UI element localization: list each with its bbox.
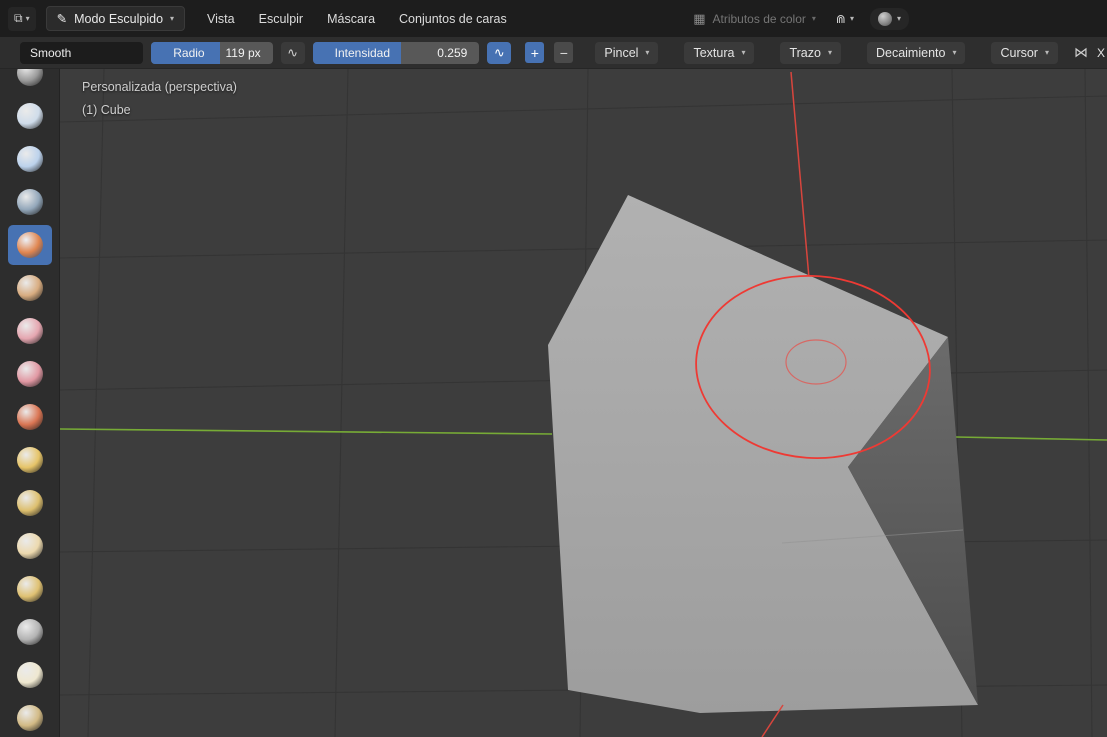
radius-pressure-toggle[interactable]: ∿ [280, 41, 305, 64]
view-name-overlay: Personalizada (perspectiva) [82, 80, 237, 94]
chevron-down-icon: ▾ [896, 13, 901, 23]
shading-sphere-icon [877, 11, 892, 26]
cursor-dropdown[interactable]: Cursor ▾ [991, 41, 1058, 64]
textura-label: Textura [693, 45, 735, 60]
thumb-brush-icon [16, 576, 43, 602]
menu-bar: Vista Esculpir Máscara Conjuntos de cara… [207, 12, 507, 26]
brush-pinch[interactable] [8, 612, 52, 652]
pinch-brush-icon [16, 619, 43, 645]
brush-toolbar [0, 69, 60, 737]
symmetry-icon: ⋈ [1074, 44, 1088, 60]
x-axis-line-top [790, 71, 810, 279]
smooth-brush-icon [16, 232, 43, 258]
brush-draw[interactable] [8, 69, 52, 93]
pressure-icon: ∿ [287, 44, 299, 60]
menu-mascara[interactable]: Máscara [327, 12, 375, 26]
chevron-down-icon: ▾ [811, 13, 816, 23]
chevron-down-icon: ▾ [1044, 47, 1049, 57]
viewport-canvas [60, 69, 1107, 737]
strength-label: Intensidad [334, 45, 391, 60]
3d-viewport[interactable]: Personalizada (perspectiva) (1) Cube [60, 69, 1107, 737]
strength-value: 0.259 [437, 45, 468, 60]
cloth-brush-icon [16, 662, 43, 688]
blender-window: ⧉ ▾ ✎ Modo Esculpido ▾ Vista Esculpir Má… [0, 0, 1107, 737]
active-object-overlay: (1) Cube [82, 103, 131, 117]
scrape-brush-icon [16, 705, 43, 731]
draw-brush-icon [16, 69, 43, 86]
mode-dropdown[interactable]: ✎ Modo Esculpido ▾ [45, 6, 186, 31]
menu-vista[interactable]: Vista [207, 12, 235, 26]
viewport-header: ⧉ ▾ ✎ Modo Esculpido ▾ Vista Esculpir Má… [0, 0, 1107, 37]
cursor-label: Cursor [1000, 45, 1038, 60]
decaimiento-dropdown[interactable]: Decaimiento ▾ [866, 41, 966, 64]
brush-elastic-deform[interactable] [8, 354, 52, 394]
viewport-shading-dropdown[interactable]: ▾ [869, 7, 909, 30]
menu-conjuntos-de-caras[interactable]: Conjuntos de caras [399, 12, 507, 26]
chevron-down-icon: ▾ [741, 47, 746, 57]
chevron-down-icon: ▾ [25, 13, 30, 23]
strength-slider[interactable]: Intensidad 0.259 [312, 41, 480, 64]
elastic-deform-brush-icon [16, 361, 43, 387]
tool-dropdown-group: Pincel ▾ Textura ▾ Trazo ▾ Decaimiento ▾… [595, 41, 1058, 64]
pincel-label: Pincel [604, 45, 639, 60]
brush-snake-hook[interactable] [8, 397, 52, 437]
chevron-down-icon: ▾ [827, 47, 832, 57]
tool-settings-bar: Smooth Radio 119 px ∿ Intensidad 0.259 ∿… [0, 37, 1107, 69]
brush-clay-strips[interactable] [8, 182, 52, 222]
brush-name-field[interactable]: Smooth [20, 41, 144, 64]
color-attributes-dropdown[interactable]: Atributos de color ▾ [713, 12, 816, 26]
sculpt-mesh [548, 195, 978, 713]
pincel-dropdown[interactable]: Pincel ▾ [595, 41, 659, 64]
brush-inflate[interactable] [8, 483, 52, 523]
header-right-cluster: ▦ Atributos de color ▾ ⋒ ▾ ▾ [693, 7, 909, 30]
brush-grab[interactable] [8, 311, 52, 351]
brush-cloth[interactable] [8, 655, 52, 695]
color-attributes-icon: ▦ [693, 10, 706, 26]
blob-brush-icon [16, 447, 43, 473]
clay-brush-icon [16, 146, 43, 172]
snap-icon: ⋒ [835, 11, 846, 26]
add-mode-button[interactable]: + [525, 42, 545, 63]
brush-crease[interactable] [8, 526, 52, 566]
draw-sharp-brush-icon [16, 103, 43, 129]
symmetry-x-toggle[interactable]: X [1097, 46, 1105, 60]
trazo-dropdown[interactable]: Trazo ▾ [780, 41, 841, 64]
menu-esculpir[interactable]: Esculpir [259, 12, 303, 26]
snake-hook-brush-icon [16, 404, 43, 430]
brush-clay[interactable] [8, 139, 52, 179]
color-attributes-label: Atributos de color [712, 11, 806, 26]
radius-value: 119 px [225, 45, 261, 60]
chevron-down-icon: ▾ [952, 47, 957, 57]
decaimiento-label: Decaimiento [875, 45, 946, 60]
editor-type-icon: ⧉ [14, 11, 23, 25]
brush-flatten[interactable] [8, 268, 52, 308]
brush-thumb[interactable] [8, 569, 52, 609]
crease-brush-icon [16, 533, 43, 559]
subtract-mode-button[interactable]: − [554, 42, 574, 63]
flatten-brush-icon [16, 275, 43, 301]
chevron-down-icon: ▾ [849, 13, 854, 23]
brush-blob[interactable] [8, 440, 52, 480]
chevron-down-icon: ▾ [645, 47, 650, 57]
inflate-brush-icon [16, 490, 43, 516]
radius-label: Radio [173, 45, 205, 60]
brush-draw-sharp[interactable] [8, 96, 52, 136]
textura-dropdown[interactable]: Textura ▾ [684, 41, 755, 64]
trazo-label: Trazo [789, 45, 821, 60]
pressure-icon: ∿ [493, 44, 505, 60]
clay-strips-brush-icon [16, 189, 43, 215]
chevron-down-icon: ▾ [170, 13, 175, 23]
grab-brush-icon [16, 318, 43, 344]
radius-slider[interactable]: Radio 119 px [151, 41, 273, 64]
editor-type-selector[interactable]: ⧉ ▾ [8, 6, 36, 31]
snap-dropdown[interactable]: ⋒ ▾ [836, 12, 854, 26]
strength-pressure-toggle[interactable]: ∿ [487, 41, 512, 64]
sculpt-mode-icon: ✎ [56, 12, 68, 26]
brush-scrape[interactable] [8, 698, 52, 737]
symmetry-cluster: ⋈ X [1074, 44, 1107, 61]
mode-label: Modo Esculpido [74, 11, 164, 26]
brush-smooth[interactable] [7, 225, 52, 265]
